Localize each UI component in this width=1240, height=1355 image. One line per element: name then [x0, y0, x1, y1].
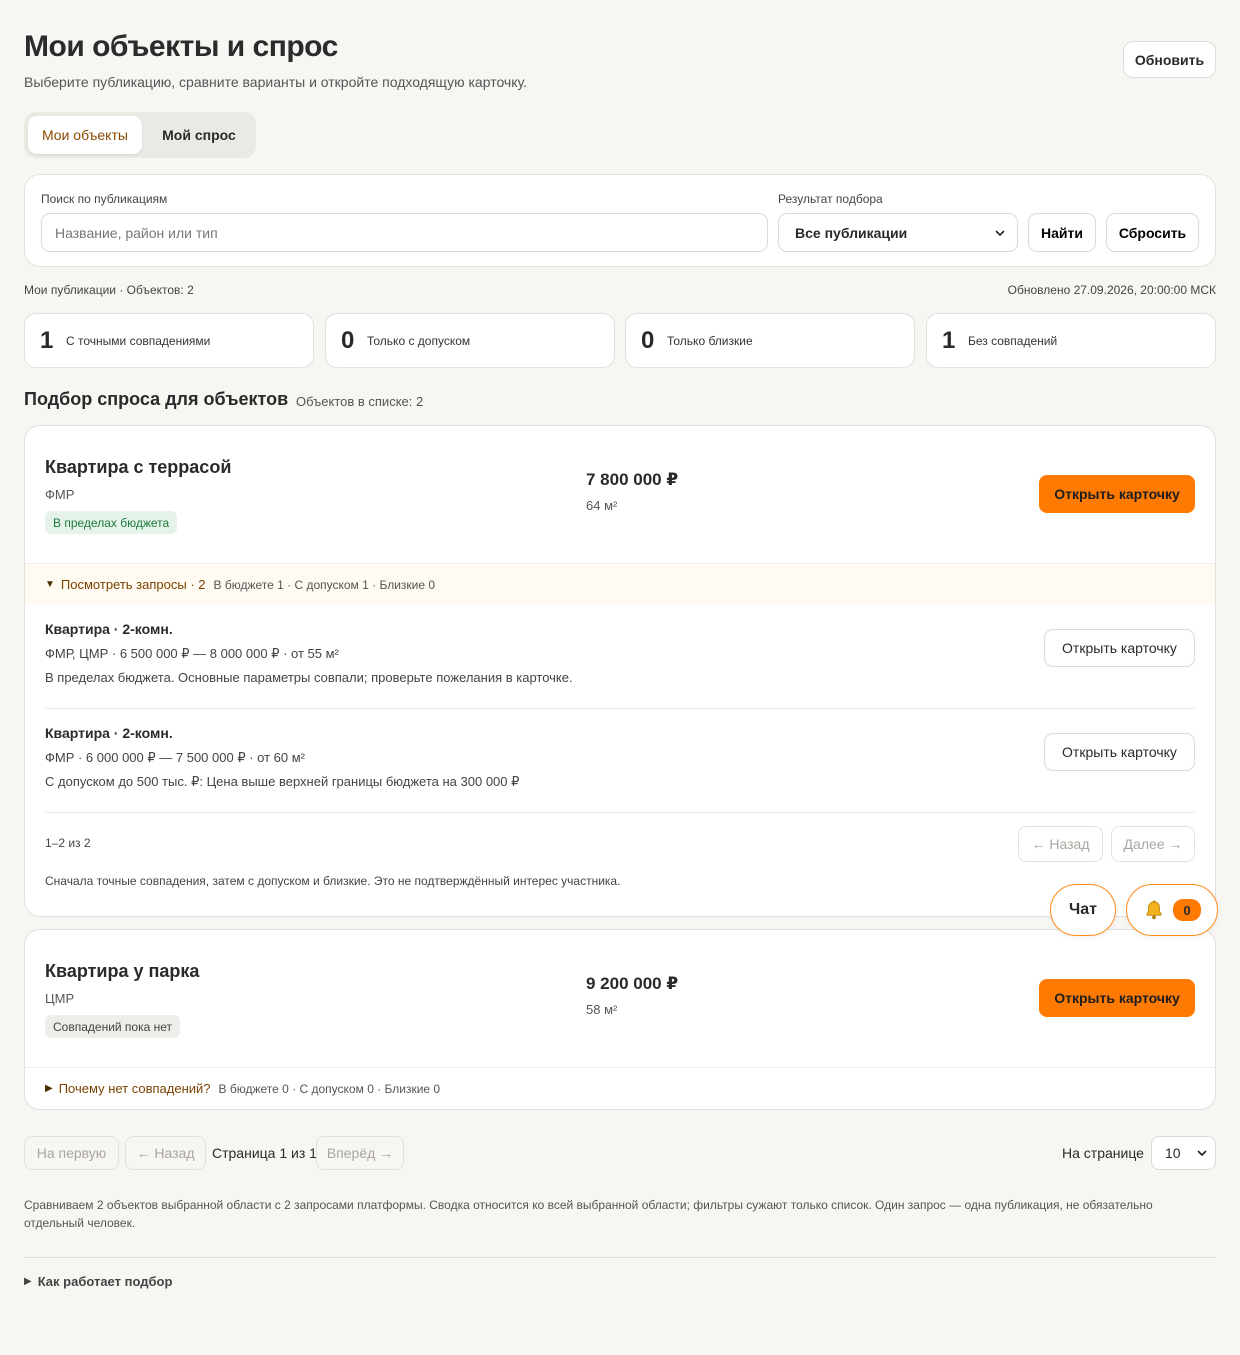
open-card-button[interactable]: Открыть карточку — [1039, 979, 1195, 1017]
requests-stats: В бюджете 1 · С допуском 1 · Близкие 0 — [213, 577, 436, 592]
result-filter-select[interactable]: Все публикации — [778, 213, 1018, 252]
find-button[interactable]: Найти — [1028, 213, 1096, 252]
requests-range: 1–2 из 2 — [45, 836, 91, 850]
chevron-down-icon — [1197, 1150, 1207, 1156]
page-subtitle: Выберите публикацию, сравните варианты и… — [24, 74, 527, 90]
request-item: Квартира · 2-комн. ФМР, ЦМР · 6 500 000 … — [45, 605, 1195, 709]
status-badge: Совпадений пока нет — [45, 1015, 181, 1038]
open-request-card-button[interactable]: Открыть карточку — [1044, 629, 1195, 667]
matching-note: Сначала точные совпадения, затем с допус… — [45, 874, 621, 888]
updated-timestamp: Обновлено 27.09.2026, 20:00:00 МСК — [1007, 283, 1216, 297]
stat-no-matches: 1 Без совпадений — [926, 313, 1216, 368]
object-card: Квартира с террасой ФМР В пределах бюдже… — [24, 425, 1216, 917]
page-indicator: Страница 1 из 1 — [212, 1145, 317, 1161]
notifications-button[interactable]: 0 — [1126, 884, 1218, 936]
stat-value: 1 — [942, 326, 956, 354]
stat-exact-matches: 1 С точными совпадениями — [24, 313, 314, 368]
request-params: ФМР · 6 000 000 ₽ — 7 500 000 ₽ · от 60 … — [45, 750, 305, 765]
no-match-toggle-label: Почему нет совпадений? — [58, 1081, 211, 1096]
per-page-label: На странице — [1062, 1145, 1144, 1161]
first-page-button[interactable]: На первую — [24, 1136, 119, 1170]
filter-panel: Поиск по публикациям Результат подбора В… — [24, 174, 1216, 267]
object-title: Квартира с террасой — [45, 457, 232, 477]
stat-label: Без совпадений — [968, 333, 1058, 348]
stat-label: Только близкие — [667, 333, 753, 348]
requests-back-button[interactable]: ← Назад — [1018, 826, 1103, 862]
how-it-works-toggle[interactable]: ▶ Как работает подбор — [24, 1274, 172, 1289]
triangle-right-icon: ▶ — [45, 1083, 53, 1094]
no-match-stats: В бюджете 0 · С допуском 0 · Близкие 0 — [218, 1081, 441, 1096]
request-note: С допуском до 500 тыс. ₽: Цена выше верх… — [45, 774, 520, 789]
no-match-toggle[interactable]: ▶ Почему нет совпадений? — [45, 1081, 211, 1096]
request-title: Квартира · 2-комн. — [45, 621, 173, 637]
object-district: ФМР — [45, 487, 75, 502]
next-page-button[interactable]: Вперёд → — [316, 1136, 404, 1170]
per-page-select[interactable]: 10 — [1151, 1136, 1216, 1170]
prev-page-button[interactable]: ← Назад — [125, 1136, 206, 1170]
divider — [24, 1257, 1216, 1258]
result-filter-label: Результат подбора — [778, 192, 883, 206]
section-count: Объектов в списке: 2 — [296, 394, 424, 409]
chevron-down-icon — [995, 230, 1005, 236]
stat-value: 0 — [641, 326, 655, 354]
stat-close-only: 0 Только близкие — [625, 313, 915, 368]
stat-value: 0 — [341, 326, 355, 354]
search-input[interactable] — [41, 213, 768, 252]
page-title: Мои объекты и спрос — [24, 30, 338, 63]
tab-bar: Мои объекты Мой спрос — [24, 112, 256, 158]
request-note: В пределах бюджета. Основные параметры с… — [45, 670, 573, 685]
refresh-button[interactable]: Обновить — [1123, 41, 1216, 78]
object-district: ЦМР — [45, 991, 75, 1006]
status-badge: В пределах бюджета — [45, 511, 178, 534]
requests-next-button[interactable]: Далее → — [1111, 826, 1195, 862]
no-match-summary: ▶ Почему нет совпадений? В бюджете 0 · С… — [25, 1067, 1215, 1109]
search-label: Поиск по публикациям — [41, 192, 168, 206]
open-card-button[interactable]: Открыть карточку — [1039, 475, 1195, 513]
object-price: 9 200 000 ₽ — [586, 974, 679, 993]
triangle-down-icon: ▼ — [45, 579, 55, 590]
stat-label: Только с допуском — [367, 333, 471, 348]
bell-icon — [1146, 900, 1162, 920]
how-it-works-label: Как работает подбор — [37, 1274, 173, 1289]
open-request-card-button[interactable]: Открыть карточку — [1044, 733, 1195, 771]
tab-my-demand[interactable]: Мой спрос — [146, 116, 252, 154]
reset-button[interactable]: Сбросить — [1106, 213, 1199, 252]
triangle-right-icon: ▶ — [24, 1276, 32, 1287]
result-filter-value: Все публикации — [795, 224, 908, 241]
per-page-value: 10 — [1165, 1145, 1181, 1161]
requests-summary: ▼ Посмотреть запросы · 2 В бюджете 1 · С… — [25, 563, 1215, 605]
chat-button[interactable]: Чат — [1050, 884, 1116, 936]
requests-toggle[interactable]: ▼ Посмотреть запросы · 2 — [45, 577, 206, 592]
request-params: ФМР, ЦМР · 6 500 000 ₽ — 8 000 000 ₽ · о… — [45, 646, 339, 661]
notification-count: 0 — [1173, 899, 1201, 921]
object-area: 58 м² — [586, 1002, 618, 1017]
object-price: 7 800 000 ₽ — [586, 470, 679, 489]
object-title: Квартира у парка — [45, 961, 200, 981]
object-area: 64 м² — [586, 498, 618, 513]
tab-my-objects[interactable]: Мои объекты — [28, 116, 142, 154]
stat-tolerance-only: 0 Только с допуском — [325, 313, 615, 368]
publications-count: Мои публикации · Объектов: 2 — [24, 283, 194, 297]
request-item: Квартира · 2-комн. ФМР · 6 000 000 ₽ — 7… — [45, 709, 1195, 813]
request-title: Квартира · 2-комн. — [45, 725, 173, 741]
object-card: Квартира у парка ЦМР Совпадений пока нет… — [24, 929, 1216, 1110]
stat-label: С точными совпадениями — [66, 333, 211, 348]
section-title: Подбор спроса для объектов — [24, 389, 289, 409]
footnote: Сравниваем 2 объектов выбранной области … — [24, 1198, 1153, 1230]
requests-toggle-label: Посмотреть запросы · 2 — [60, 577, 206, 592]
stat-value: 1 — [40, 326, 54, 354]
